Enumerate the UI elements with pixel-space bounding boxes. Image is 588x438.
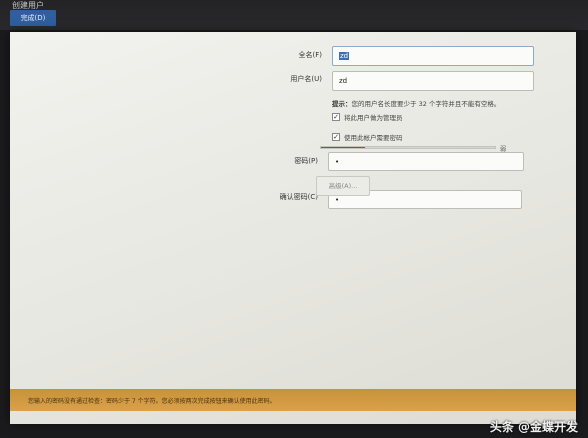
confirm-password-label: 确认密码(C) <box>279 193 318 201</box>
password-input[interactable]: • <box>328 152 524 171</box>
advanced-button[interactable]: 高级(A)... <box>316 176 370 196</box>
status-bar: 您输入的密码没有通过检查：密码少于 7 个字符。您必须按两次完成按钮来确认使用此… <box>10 389 576 411</box>
username-input[interactable]: zd <box>332 71 534 91</box>
watermark: 头条 @金蝶开发 <box>489 420 578 434</box>
admin-checkbox-row[interactable]: ✓ 将此用户做为管理员 <box>332 112 403 122</box>
password-label: 密码(P) <box>294 157 318 165</box>
done-button[interactable]: 完成(D) <box>10 10 56 26</box>
status-message: 您输入的密码没有通过检查：密码少于 7 个字符。您必须按两次完成按钮来确认使用此… <box>28 398 276 405</box>
fullname-input[interactable]: zd <box>332 46 534 66</box>
password-strength-text: 弱 <box>500 146 507 153</box>
hint-text: 您的用户名长度要少于 32 个字符并且不能有空格。 <box>351 100 501 108</box>
username-label: 用户名(U) <box>290 75 322 83</box>
fullname-label: 全名(F) <box>298 51 323 59</box>
require-password-row[interactable]: ✓ 使用此帐户需要密码 <box>332 132 403 142</box>
password-strength-bar <box>320 146 496 149</box>
top-strip <box>0 0 588 30</box>
admin-checkbox[interactable]: ✓ <box>332 113 340 121</box>
hint-label: 提示： <box>332 100 352 108</box>
admin-checkbox-label: 将此用户做为管理员 <box>344 114 403 122</box>
username-hint: 提示：您的用户名长度要少于 32 个字符并且不能有空格。 <box>332 98 500 108</box>
create-user-panel: 全名(F) zd 用户名(U) zd 提示：您的用户名长度要少于 32 个字符并… <box>10 32 576 424</box>
require-password-label: 使用此帐户需要密码 <box>344 134 403 142</box>
require-password-checkbox[interactable]: ✓ <box>332 133 340 141</box>
fullname-value: zd <box>339 52 350 60</box>
password-strength-fill <box>321 147 365 148</box>
